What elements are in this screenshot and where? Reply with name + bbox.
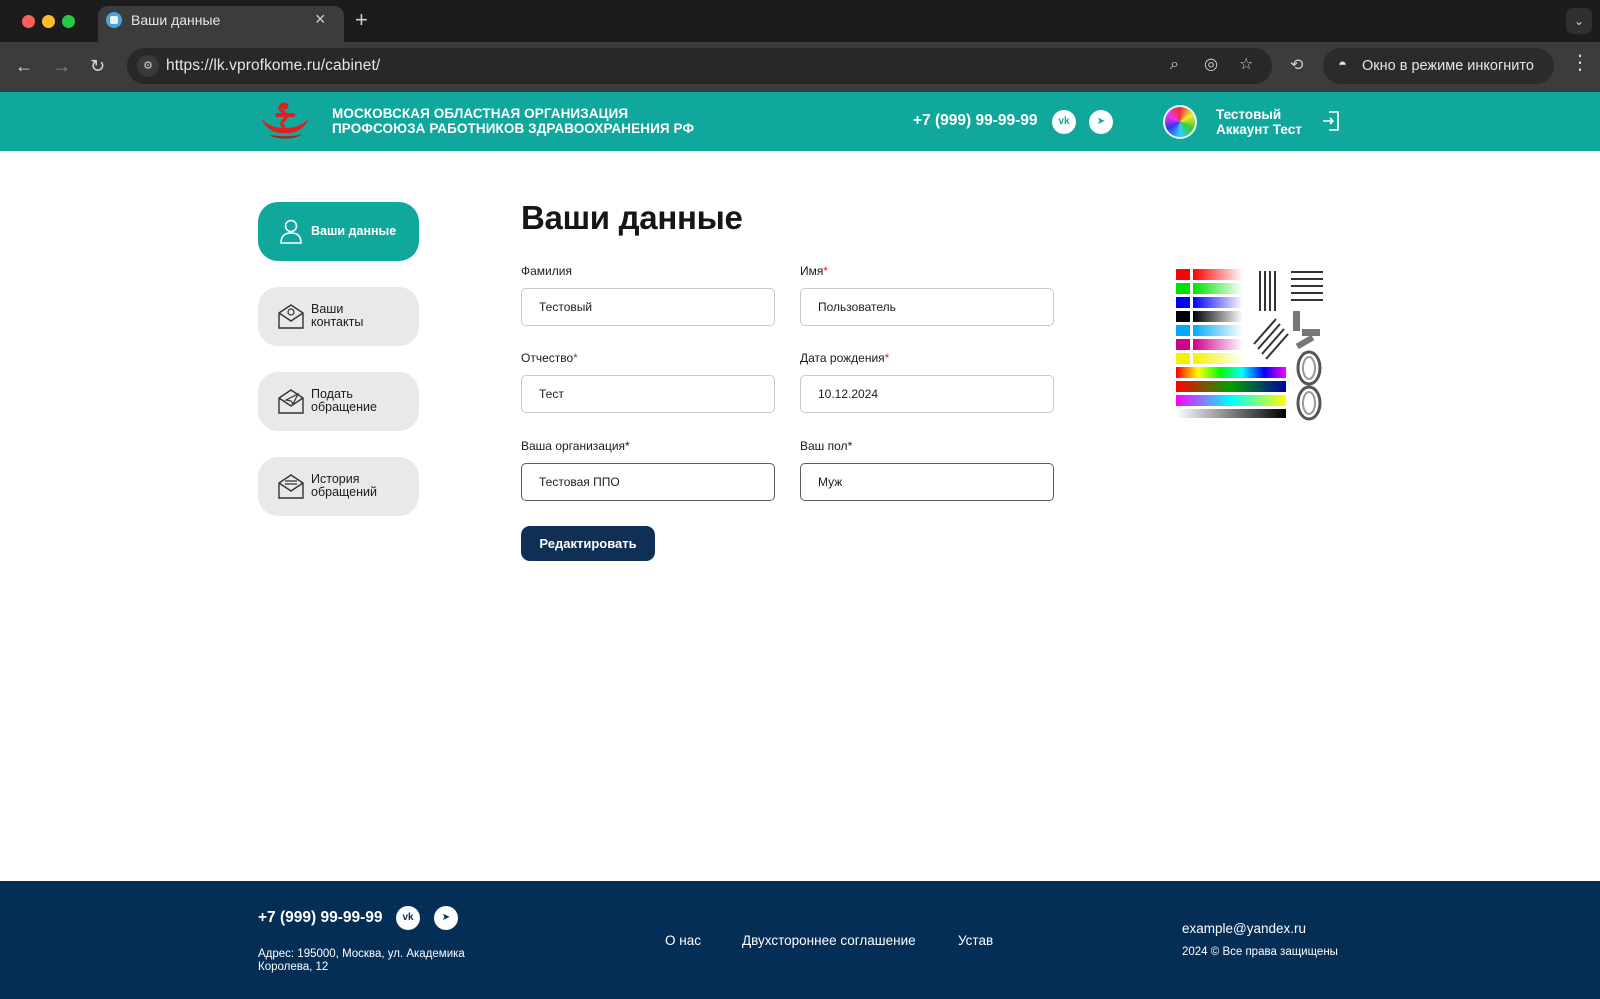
footer-address: Адрес: 195000, Москва, ул. Академика Кор… [258,948,465,974]
required-mark: * [625,439,630,453]
zoom-icon[interactable]: ⌕ [1170,55,1179,75]
forward-arrow-icon[interactable]: → [53,56,71,76]
new-tab-icon[interactable]: + [355,7,368,33]
footer-link-agreement[interactable]: Двухстороннее соглашение [742,933,916,948]
birth-date-field[interactable]: 10.12.2024 [800,375,1054,413]
footer-link-about[interactable]: О нас [665,933,701,948]
incognito-icon: ◓ [1338,56,1348,73]
required-mark: * [823,264,829,278]
user-icon [280,219,302,244]
bookmark-star-icon[interactable]: ☆ [1239,55,1253,75]
edit-button[interactable]: Редактировать [521,526,655,561]
user-name[interactable]: Тестовый Аккаунт Тест [1216,107,1302,137]
footer-vk-icon[interactable]: vk [396,906,420,930]
last-name-label-text: Фамилия [521,264,572,278]
patronymic-label-text: Отчество [521,351,574,365]
birth-date-label: Дата рождения* [800,351,889,365]
header-phone-link[interactable]: +7 (999) 99-99-99 [913,112,1038,130]
org-name-line2: ПРОФСОЮЗА РАБОТНИКОВ ЗДРАВООХРАНЕНИЯ РФ [332,121,695,136]
window-maximize-button[interactable] [62,15,75,28]
birth-date-label-text: Дата рождения [800,351,885,365]
extension-icon[interactable]: ⟲ [1290,55,1303,75]
user-name-line1: Тестовый [1216,107,1282,122]
footer-address-line1: Адрес: 195000, Москва, ул. Академика [258,948,465,960]
last-name-label: Фамилия [521,264,572,278]
footer-phone-link[interactable]: +7 (999) 99-99-99 [258,909,383,927]
reload-icon[interactable]: ↻ [90,56,105,76]
window-minimize-button[interactable] [42,15,55,28]
profile-test-pattern-image[interactable] [1176,269,1325,422]
eye-off-icon[interactable]: ◎ [1204,55,1218,75]
required-mark: * [573,351,578,365]
window-close-button[interactable] [22,15,35,28]
footer-address-line2: Королева, 12 [258,961,329,973]
required-mark: * [884,351,890,365]
sidebar-item-your-data[interactable]: Ваши данные [258,202,419,261]
inbox-letter-icon [278,474,304,499]
footer-telegram-icon[interactable]: ➤ [434,906,458,930]
vk-icon[interactable]: vk [1052,110,1076,134]
sidebar-item-label: обращений [311,485,377,499]
url-text[interactable]: https://lk.vprofkome.ru/cabinet/ [166,57,380,75]
email-envelope-icon [278,304,304,329]
organization-label-text: Ваша организация [521,439,626,453]
sidebar-item-label: контакты [311,315,364,329]
gender-label: Ваш пол* [800,439,852,453]
page-title: Ваши данные [521,199,743,236]
incognito-label: Окно в режиме инкогнито [1362,58,1534,74]
last-name-field[interactable]: Тестовый [521,288,775,326]
gender-label-text: Ваш пол [800,439,848,453]
logout-icon[interactable] [1322,110,1340,132]
user-avatar[interactable] [1163,105,1197,139]
back-arrow-icon[interactable]: ← [15,56,33,76]
first-name-label-text: Имя [800,264,824,278]
sidebar-item-your-contacts[interactable]: Ваши контакты [258,287,419,346]
tab-list-chevron-icon[interactable]: ⌄ [1566,8,1592,34]
site-header [0,92,1600,151]
gender-select[interactable]: Муж [800,463,1054,501]
site-favicon-icon [106,12,122,28]
first-name-field[interactable]: Пользователь [800,288,1054,326]
site-info-icon[interactable]: ⚙ [137,55,159,77]
main-content [0,151,1600,881]
patronymic-field[interactable]: Тест [521,375,775,413]
organization-label: Ваша организация* [521,439,630,453]
required-mark: * [847,439,853,453]
org-name-line1: МОСКОВСКАЯ ОБЛАСТНАЯ ОРГАНИЗАЦИЯ [332,106,629,121]
org-name[interactable]: МОСКОВСКАЯ ОБЛАСТНАЯ ОРГАНИЗАЦИЯ ПРОФСОЮ… [332,106,694,136]
send-letter-icon [278,389,304,414]
user-name-line2: Аккаунт Тест [1216,122,1302,137]
footer-link-charter[interactable]: Устав [958,933,993,948]
sidebar-item-label: обращение [311,400,377,414]
org-logo-icon[interactable] [258,100,312,142]
footer-email-link[interactable]: example@yandex.ru [1182,921,1306,936]
organization-select[interactable]: Тестовая ППО [521,463,775,501]
tab-title: Ваши данные [131,12,221,28]
telegram-icon[interactable]: ➤ [1089,110,1113,134]
sidebar-item-request-history[interactable]: История обращений [258,457,419,516]
patronymic-label: Отчество* [521,351,578,365]
sidebar-item-submit-request[interactable]: Подать обращение [258,372,419,431]
sidebar-item-label: Ваши данные [311,224,397,238]
browser-menu-icon[interactable]: ⋮ [1570,53,1590,73]
first-name-label: Имя* [800,264,828,278]
footer-copyright: 2024 © Все права защищены [1182,946,1338,958]
tab-close-icon[interactable]: × [315,9,326,29]
